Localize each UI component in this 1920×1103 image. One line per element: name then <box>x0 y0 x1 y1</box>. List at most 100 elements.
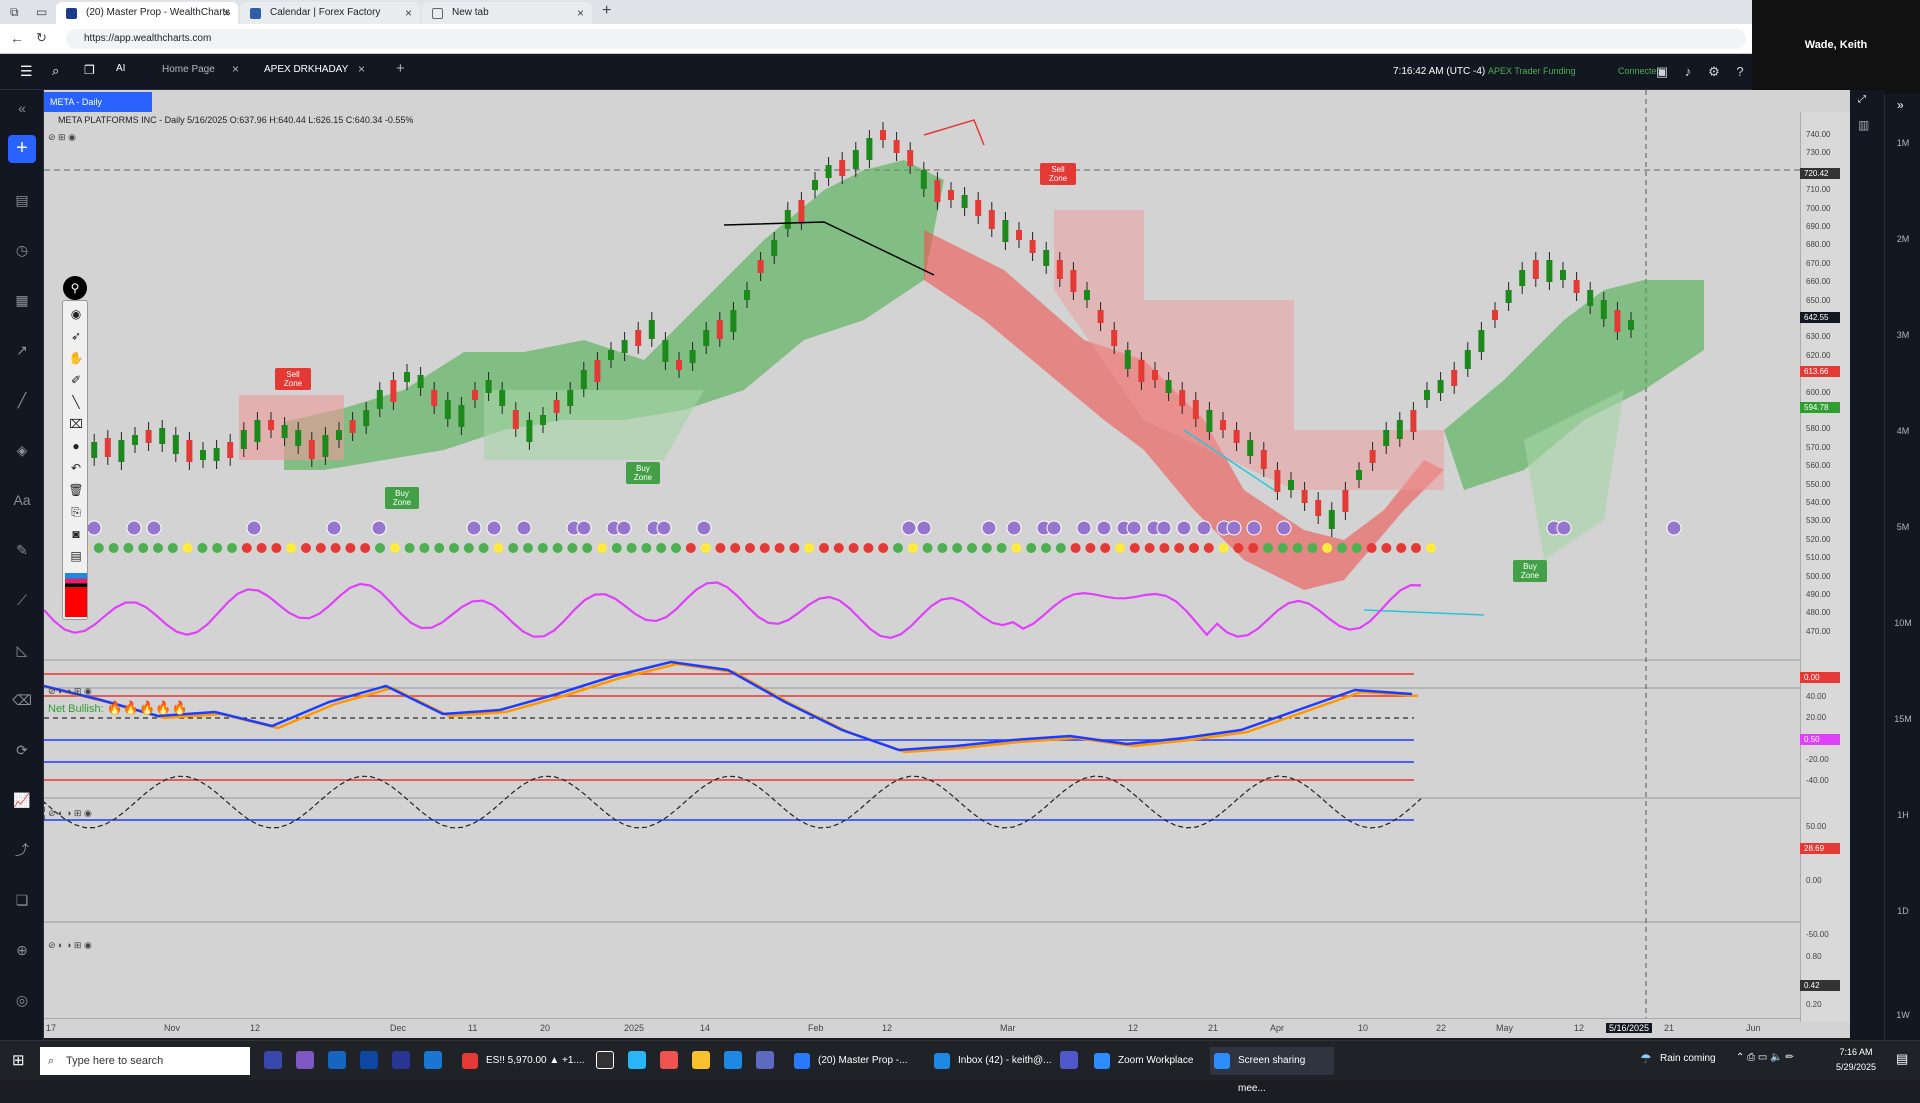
cursor-icon[interactable]: ➶ <box>67 327 85 345</box>
search-icon[interactable]: ⌕ <box>52 63 59 79</box>
tray-icons[interactable]: ⌃ ⎙ ▭ 🔈 ✏ <box>1736 1052 1794 1063</box>
text-tool-icon[interactable]: Aa <box>12 490 32 510</box>
close-icon[interactable]: × <box>232 62 239 76</box>
windows-icon[interactable]: ❏ <box>12 890 32 910</box>
task-view-icon[interactable] <box>264 1051 282 1069</box>
telegram-icon[interactable] <box>628 1051 646 1069</box>
gear-icon[interactable]: ⚙ <box>1706 64 1722 80</box>
indicator-icon[interactable]: 📈 <box>12 790 32 810</box>
eye-icon[interactable]: ◉ <box>67 305 85 323</box>
panel-controls[interactable]: ⊘ ◐ ◑ ⊞ ◉ <box>48 808 92 819</box>
maps-icon[interactable] <box>596 1051 614 1069</box>
taskbar-app-wealthcharts[interactable]: (20) Master Prop -... <box>790 1047 920 1075</box>
power-automate-icon[interactable] <box>360 1051 378 1069</box>
close-icon[interactable]: × <box>223 2 230 24</box>
ruler-icon[interactable]: ⟋ <box>12 590 32 610</box>
strategy-icon[interactable]: ⤴ <box>12 840 32 860</box>
panel-controls[interactable]: ⊘ ◐ ◑ ⊞ ◉ <box>48 686 92 697</box>
history-icon[interactable]: ◷ <box>12 240 32 260</box>
line-tool-icon[interactable]: ╱ <box>12 390 32 410</box>
close-icon[interactable]: × <box>358 62 365 76</box>
hamburger-icon[interactable]: ☰ <box>20 63 33 80</box>
bell-icon[interactable]: ♪ <box>1680 64 1696 80</box>
weather-text[interactable]: Rain coming <box>1660 1053 1716 1064</box>
outlook-app-icon[interactable] <box>724 1051 742 1069</box>
tab-forex-factory[interactable]: Calendar | Forex Factory × <box>240 2 420 24</box>
copilot-icon[interactable] <box>296 1051 314 1069</box>
dot-icon[interactable]: ● <box>67 437 85 455</box>
trend-icon[interactable]: ↗ <box>12 340 32 360</box>
explorer-icon[interactable] <box>692 1051 710 1069</box>
symbol-tab[interactable]: META - Daily <box>44 92 152 112</box>
outlook-icon[interactable] <box>328 1051 346 1069</box>
word-icon[interactable] <box>424 1051 442 1069</box>
address-field[interactable]: https://app.wealthcharts.com <box>66 29 1746 49</box>
ai-icon[interactable]: AI <box>116 63 125 74</box>
timeframe-1m[interactable]: 1M <box>1885 138 1920 148</box>
collapse-icon[interactable]: « <box>12 98 32 118</box>
panel-toggle-icon[interactable]: ▥ <box>1858 118 1869 132</box>
timeframe-3m[interactable]: 3M <box>1885 330 1920 340</box>
help-icon[interactable]: ? <box>1732 64 1748 80</box>
timeframe-1d[interactable]: 1D <box>1885 906 1920 916</box>
layouts-icon[interactable]: ❐ <box>84 63 95 77</box>
timeframe-1w[interactable]: 1W <box>1885 1010 1920 1020</box>
chrome-icon[interactable] <box>660 1051 678 1069</box>
calendar-icon[interactable]: ▦ <box>12 290 32 310</box>
tab-actions-icon[interactable]: ▭ <box>36 5 47 19</box>
timeframe-15m[interactable]: 15M <box>1885 714 1920 724</box>
chart-container[interactable] <box>43 90 1850 1038</box>
chart-canvas[interactable] <box>43 90 1850 1038</box>
undo-icon[interactable]: ↶ <box>67 459 85 477</box>
tab-home-page[interactable]: Home Page <box>162 64 215 75</box>
taskbar-app-zoom[interactable]: Zoom Workplace <box>1090 1047 1208 1075</box>
timeframe-1h[interactable]: 1H <box>1885 810 1920 820</box>
lasso-icon[interactable]: ✋ <box>67 349 85 367</box>
taskbar-app-es[interactable]: ES!! 5,970.00 ▲ +1.... <box>458 1047 588 1075</box>
line-icon[interactable]: ╲ <box>67 393 85 411</box>
camera-icon[interactable]: ◙ <box>67 525 85 543</box>
add-tab-icon[interactable]: + <box>396 60 405 77</box>
crosshair-icon[interactable]: ⊕ <box>12 940 32 960</box>
pencil-icon[interactable]: ✐ <box>67 371 85 389</box>
eraser-icon[interactable]: ⌧ <box>67 415 85 433</box>
tab-wealthcharts[interactable]: (20) Master Prop - WealthCharts × <box>56 2 238 24</box>
magnet-icon[interactable]: ◎ <box>12 990 32 1010</box>
chart-type-icon[interactable]: ▤ <box>12 190 32 210</box>
taskbar-clock[interactable]: 7:16 AM 5/29/2025 <box>1836 1045 1876 1075</box>
teams-app-icon[interactable] <box>1060 1051 1078 1069</box>
new-tab-icon[interactable]: + <box>602 2 611 20</box>
windows-start-icon[interactable]: ⊞ <box>12 1051 25 1069</box>
collapse-right-icon[interactable]: » <box>1897 98 1904 112</box>
account-name[interactable]: APEX Trader Funding <box>1488 66 1576 76</box>
erase-icon[interactable]: ⌫ <box>12 690 32 710</box>
notification-icon[interactable]: ▤ <box>1896 1051 1908 1067</box>
window-menu-icon[interactable]: ⧉ <box>10 5 19 20</box>
color-swatch-icon[interactable] <box>65 573 87 617</box>
shape-icon[interactable]: ◺ <box>12 640 32 660</box>
back-icon[interactable]: ← <box>10 30 24 46</box>
taskbar-app-inbox[interactable]: Inbox (42) - keith@... <box>930 1047 1060 1075</box>
expand-icon[interactable]: ⤢ <box>1858 94 1866 105</box>
timeframe-10m[interactable]: 10M <box>1885 618 1920 628</box>
timeframe-2m[interactable]: 2M <box>1885 234 1920 244</box>
timeframe-4m[interactable]: 4M <box>1885 426 1920 436</box>
copy-icon[interactable]: ⎘ <box>67 503 85 521</box>
reload-icon[interactable]: ↻ <box>36 30 47 46</box>
clipboard-icon[interactable]: ▤ <box>67 547 85 565</box>
add-button[interactable]: + <box>8 135 36 163</box>
taskbar-search[interactable]: ⌕ Type here to search <box>40 1047 250 1075</box>
timeframe-5m[interactable]: 5M <box>1885 522 1920 532</box>
tab-new-tab[interactable]: New tab × <box>422 2 592 24</box>
tab-apex-drkhaday[interactable]: APEX DRKHADAY <box>264 64 348 75</box>
trash-icon[interactable]: 🗑 <box>67 481 85 499</box>
taskbar-app-screen-sharing[interactable]: Screen sharing mee... <box>1210 1047 1334 1094</box>
time-axis[interactable]: 17 Nov 12 Dec 11 20 2025 14 Feb 12 Mar 12 21 Apr 10 22 M… <box>44 1018 1800 1038</box>
sync-icon[interactable]: ⟳ <box>12 740 32 760</box>
pin-icon[interactable]: ⚲ <box>63 276 87 300</box>
teams-icon[interactable] <box>392 1051 410 1069</box>
save-icon[interactable]: ▣ <box>1654 64 1670 80</box>
close-icon[interactable]: × <box>405 2 412 24</box>
weather-icon[interactable]: ☂ <box>1640 1051 1652 1067</box>
close-icon[interactable]: × <box>577 2 584 24</box>
